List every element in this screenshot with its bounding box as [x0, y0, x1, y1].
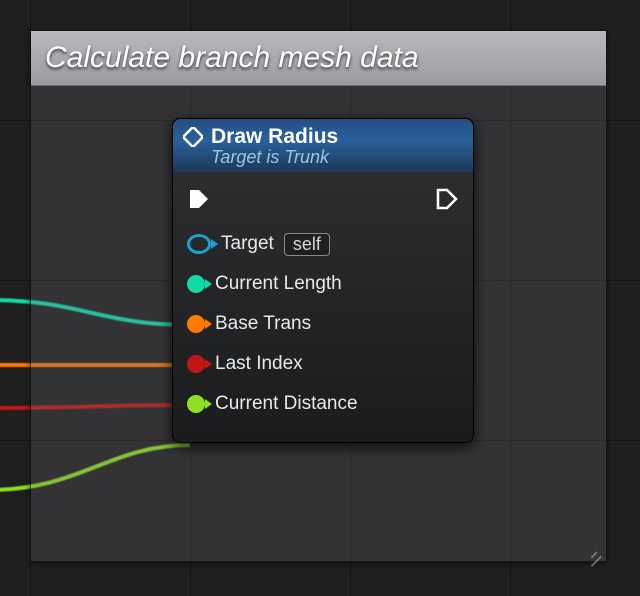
- node-header[interactable]: Draw Radius Target is Trunk: [173, 119, 473, 172]
- pin-label-target: Target: [221, 233, 274, 255]
- pin-last-index[interactable]: [187, 355, 205, 373]
- function-icon: [183, 127, 203, 152]
- resize-grip-icon[interactable]: [584, 539, 602, 557]
- pin-row-target[interactable]: Target self: [187, 224, 459, 264]
- node-draw-radius[interactable]: Draw Radius Target is Trunk Target self: [172, 118, 474, 443]
- pin-target[interactable]: [187, 234, 211, 254]
- pin-label-last-index: Last Index: [215, 353, 303, 375]
- node-subtitle: Target is Trunk: [211, 147, 338, 168]
- exec-out-pin[interactable]: [435, 187, 459, 211]
- pin-row-current-distance[interactable]: Current Distance: [187, 384, 459, 424]
- pin-current-distance[interactable]: [187, 395, 205, 413]
- pin-row-current-length[interactable]: Current Length: [187, 264, 459, 304]
- node-body: Target self Current Length Base Trans La…: [173, 172, 473, 442]
- pin-base-trans[interactable]: [187, 315, 205, 333]
- node-title: Draw Radius: [211, 125, 338, 149]
- pin-label-current-length: Current Length: [215, 273, 342, 295]
- pin-label-current-distance: Current Distance: [215, 393, 358, 415]
- pin-row-base-trans[interactable]: Base Trans: [187, 304, 459, 344]
- pin-row-last-index[interactable]: Last Index: [187, 344, 459, 384]
- pin-current-length[interactable]: [187, 275, 205, 293]
- exec-in-pin[interactable]: [187, 187, 211, 211]
- pin-label-base-trans: Base Trans: [215, 313, 311, 335]
- self-value[interactable]: self: [284, 233, 330, 256]
- comment-title[interactable]: Calculate branch mesh data: [31, 31, 606, 86]
- node-title-block: Draw Radius Target is Trunk: [211, 125, 338, 168]
